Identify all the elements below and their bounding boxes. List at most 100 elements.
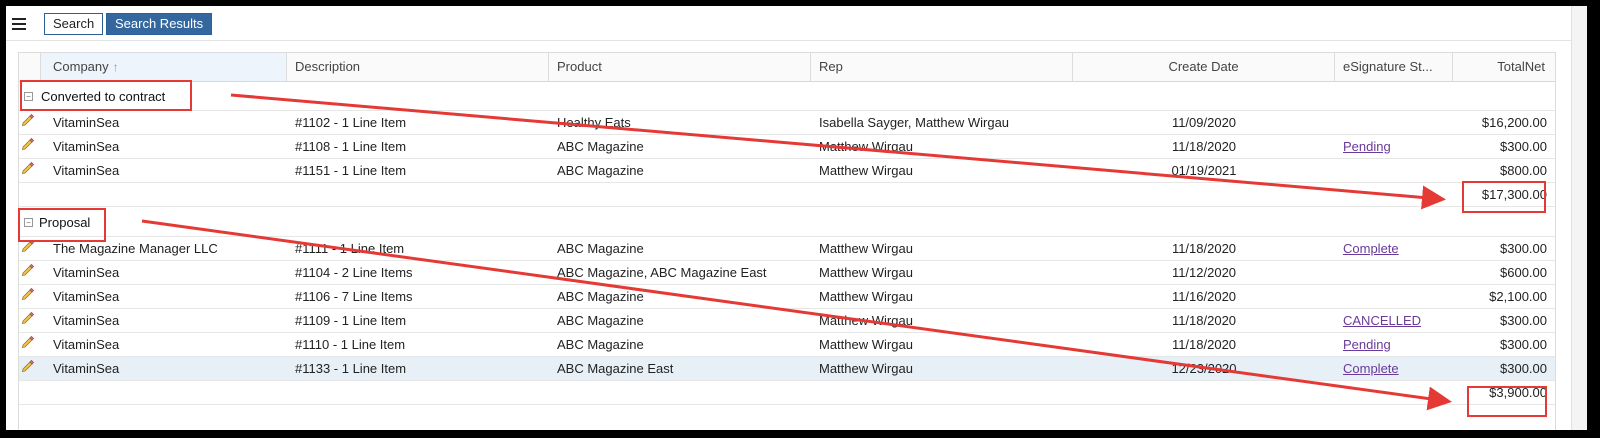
esignature-status-link[interactable]: Pending [1343, 337, 1391, 352]
cell-esignature-status: CANCELLED [1343, 309, 1451, 333]
cell-totalnet: $2,100.00 [1489, 289, 1547, 304]
edit-pencil-icon[interactable] [21, 263, 35, 277]
app-window: Search Search Results Company ↑ Descripti… [6, 6, 1587, 430]
annotation-box-proposal-total [1467, 386, 1547, 417]
edit-pencil-icon[interactable] [21, 137, 35, 151]
cell-description: #1102 - 1 Line Item [295, 115, 407, 130]
cell-company: VitaminSea [53, 361, 120, 376]
cell-totalnet: $800.00 [1500, 163, 1547, 178]
cell-description: #1109 - 1 Line Item [295, 313, 407, 328]
edit-pencil-icon[interactable] [21, 287, 35, 301]
cell-rep: Matthew Wirgau [819, 313, 913, 328]
toolbar: Search Search Results [6, 6, 1571, 41]
cell-totalnet: $300.00 [1500, 313, 1547, 328]
cell-description: #1133 - 1 Line Item [295, 361, 407, 376]
column-header-rep[interactable]: Rep [811, 53, 1073, 81]
column-header-company[interactable]: Company ↑ [41, 53, 287, 81]
table-row[interactable]: VitaminSea #1110 - 1 Line Item ABC Magazin… [19, 333, 1555, 357]
cell-product: ABC Magazine [557, 337, 644, 352]
group-row: − Converted to contract [19, 81, 1555, 111]
cell-product: ABC Magazine East [557, 361, 674, 376]
column-header-esignature-status[interactable]: eSignature St... [1335, 53, 1453, 81]
table-row[interactable]: VitaminSea #1151 - 1 Line Item ABC Magazin… [19, 159, 1555, 183]
group-row: − Proposal [19, 207, 1555, 237]
cell-esignature-status: Complete [1343, 357, 1451, 381]
edit-pencil-icon[interactable] [21, 335, 35, 349]
column-header-totalnet[interactable]: TotalNet [1453, 53, 1555, 81]
cell-rep: Matthew Wirgau [819, 241, 913, 256]
edit-pencil-icon[interactable] [21, 161, 35, 175]
edit-pencil-icon[interactable] [21, 311, 35, 325]
cell-totalnet: $300.00 [1500, 139, 1547, 154]
cell-create-date: 11/18/2020 [1171, 241, 1237, 256]
cell-product: ABC Magazine [557, 139, 644, 154]
cell-totalnet: $300.00 [1500, 361, 1547, 376]
cell-totalnet: $300.00 [1500, 241, 1547, 256]
cell-esignature-status [1343, 159, 1451, 183]
cell-rep: Matthew Wirgau [819, 265, 913, 280]
cell-create-date: 11/09/2020 [1171, 115, 1237, 130]
cell-esignature-status [1343, 285, 1451, 309]
cell-rep: Matthew Wirgau [819, 361, 913, 376]
cell-rep: Isabella Sayger, Matthew Wirgau [819, 115, 1010, 130]
table-row[interactable]: VitaminSea #1108 - 1 Line Item ABC Magazin… [19, 135, 1555, 159]
cell-product: ABC Magazine [557, 163, 644, 178]
cell-totalnet: $600.00 [1500, 265, 1547, 280]
table-row[interactable]: VitaminSea #1133 - 1 Line Item ABC Magazin… [19, 357, 1555, 381]
cell-esignature-status: Complete [1343, 237, 1451, 261]
cell-company: VitaminSea [53, 313, 120, 328]
group-total-row: $17,300.00 [19, 183, 1555, 207]
cell-totalnet: $16,200.00 [1481, 115, 1547, 130]
cell-product: Healthy Eats [557, 115, 631, 130]
table-row[interactable]: The Magazine Manager LLC #1111 - 1 Line I… [19, 237, 1555, 261]
cell-esignature-status: Pending [1343, 135, 1451, 159]
tab-search[interactable]: Search [44, 13, 104, 35]
cell-esignature-status [1343, 261, 1451, 285]
cell-company: VitaminSea [53, 265, 120, 280]
cell-company: VitaminSea [53, 163, 120, 178]
cell-company: VitaminSea [53, 115, 120, 130]
cell-rep: Matthew Wirgau [819, 337, 913, 352]
cell-create-date: 11/12/2020 [1171, 265, 1237, 280]
cell-create-date: 11/18/2020 [1171, 313, 1237, 328]
header-edit-column [19, 53, 41, 81]
tab-search-results[interactable]: Search Results [106, 13, 213, 35]
cell-rep: Matthew Wirgau [819, 163, 913, 178]
cell-product: ABC Magazine [557, 289, 644, 304]
results-grid: Company ↑ Description Product Rep Create … [18, 52, 1556, 430]
cell-description: #1108 - 1 Line Item [295, 139, 407, 154]
cell-description: #1106 - 7 Line Items [295, 289, 413, 304]
table-row[interactable]: VitaminSea #1106 - 7 Line Items ABC Magazi… [19, 285, 1555, 309]
column-header-label: Company [53, 59, 109, 74]
annotation-box-converted-group [20, 80, 192, 111]
cell-create-date: 11/18/2020 [1171, 139, 1237, 154]
table-row[interactable]: VitaminSea #1104 - 2 Line Items ABC Magazi… [19, 261, 1555, 285]
cell-totalnet: $300.00 [1500, 337, 1547, 352]
cell-create-date: 01/19/2021 [1171, 163, 1237, 178]
column-header-create-date[interactable]: Create Date [1073, 53, 1335, 81]
edit-pencil-icon[interactable] [21, 113, 35, 127]
esignature-status-link[interactable]: Complete [1343, 361, 1399, 376]
cell-description: #1111 - 1 Line Item [295, 241, 405, 256]
cell-rep: Matthew Wirgau [819, 139, 913, 154]
group-total-row: $3,900.00 [19, 381, 1555, 405]
vertical-scrollbar[interactable] [1571, 6, 1587, 430]
column-header-product[interactable]: Product [549, 53, 811, 81]
column-header-description[interactable]: Description [287, 53, 549, 81]
cell-create-date: 11/18/2020 [1171, 337, 1237, 352]
hamburger-menu-icon[interactable] [12, 18, 26, 30]
table-row[interactable]: VitaminSea #1109 - 1 Line Item ABC Magazin… [19, 309, 1555, 333]
esignature-status-link[interactable]: Complete [1343, 241, 1399, 256]
cell-company: VitaminSea [53, 289, 120, 304]
cell-create-date: 12/23/2020 [1171, 361, 1237, 376]
edit-pencil-icon[interactable] [21, 359, 35, 373]
grid-header: Company ↑ Description Product Rep Create … [19, 53, 1555, 82]
cell-description: #1110 - 1 Line Item [295, 337, 406, 352]
esignature-status-link[interactable]: CANCELLED [1343, 313, 1421, 328]
sort-ascending-icon: ↑ [112, 60, 119, 74]
esignature-status-link[interactable]: Pending [1343, 139, 1391, 154]
cell-company: VitaminSea [53, 337, 120, 352]
table-row[interactable]: VitaminSea #1102 - 1 Line Item Healthy Eat… [19, 111, 1555, 135]
cell-description: #1104 - 2 Line Items [295, 265, 413, 280]
cell-rep: Matthew Wirgau [819, 289, 913, 304]
